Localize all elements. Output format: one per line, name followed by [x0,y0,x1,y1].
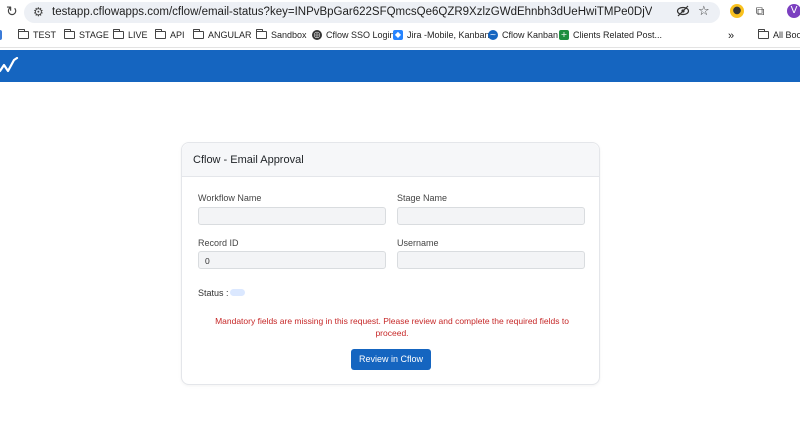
username-field[interactable] [397,251,585,269]
reload-icon[interactable]: ↻ [6,5,18,19]
bookmark-live[interactable]: LIVE [112,28,148,40]
workflow-name-field[interactable] [198,207,386,225]
stage-name-label: Stage Name [397,193,448,203]
bookmark-test[interactable]: TEST [17,28,56,40]
cflow-logo-icon[interactable] [0,57,20,75]
bookmark-cflow-sso[interactable]: ◎ Cflow SSO Login [312,30,395,40]
bookmark-cflow-kanban[interactable]: ~ Cflow Kanban [488,30,558,40]
site-info-icon[interactable]: ⚙ [33,5,44,19]
bookmark-fragment[interactable] [0,30,2,40]
bookmark-all[interactable]: All Book [757,28,800,40]
folder-icon [63,28,75,39]
username-label: Username [397,238,439,248]
stage-name-field[interactable] [397,207,585,225]
bookmarks-bar: TEST STAGE LIVE API ANGULAR Sandbox ◎ Cfl… [0,26,800,48]
bookmark-sandbox[interactable]: Sandbox [255,28,307,40]
record-id-label: Record ID [198,238,239,248]
folder-icon [112,28,124,39]
bookmark-clients[interactable]: + Clients Related Post... [559,30,662,40]
folder-icon [154,28,166,39]
cflow-icon: ~ [488,30,498,40]
extension-icon[interactable]: ● [730,4,744,18]
bookmark-stage[interactable]: STAGE [63,28,109,40]
eye-off-icon[interactable] [676,4,690,22]
folder-icon [757,28,769,39]
jira-icon: ◆ [393,30,403,40]
bookmark-angular[interactable]: ANGULAR [192,28,252,40]
card-title: Cflow - Email Approval [193,154,304,166]
bookmark-api[interactable]: API [154,28,185,40]
extensions-puzzle-icon[interactable]: ⧉ [753,4,767,18]
bookmarks-overflow-icon[interactable]: » [728,30,734,42]
url-text[interactable]: testapp.cflowapps.com/cflow/email-status… [52,6,652,18]
folder-icon [255,28,267,39]
browser-toolbar: ↻ ⚙ testapp.cflowapps.com/cflow/email-st… [0,0,800,26]
record-id-field[interactable]: 0 [198,251,386,269]
bookmark-star-icon[interactable]: ☆ [698,4,710,19]
app-header [0,50,800,82]
status-badge [230,289,245,296]
card-header: Cflow - Email Approval [182,143,599,177]
globe-icon: ◎ [312,30,322,40]
address-bar[interactable]: ⚙ testapp.cflowapps.com/cflow/email-stat… [24,2,720,23]
profile-avatar[interactable]: V [787,4,800,18]
bookmark-jira[interactable]: ◆ Jira -Mobile, Kanban [393,30,490,40]
review-in-cflow-button[interactable]: Review in Cflow [351,349,431,370]
email-approval-card: Cflow - Email Approval Workflow Name Sta… [181,142,600,385]
status-label: Status : [198,288,229,298]
sheets-icon: + [559,30,569,40]
workflow-name-label: Workflow Name [198,193,262,203]
folder-icon [17,28,29,39]
folder-icon [192,28,204,39]
error-message: Mandatory fields are missing in this req… [215,316,569,338]
